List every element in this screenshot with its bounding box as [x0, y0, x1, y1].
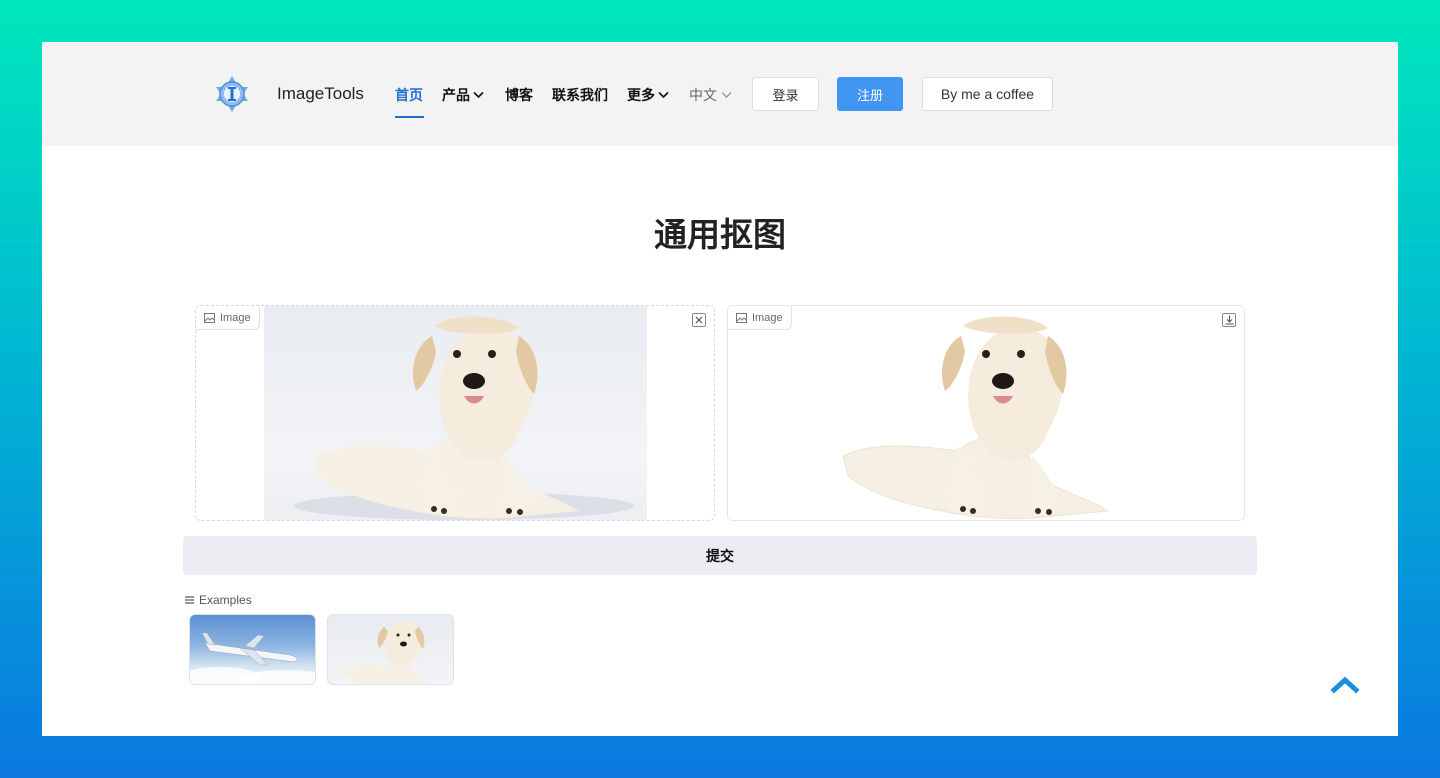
app-frame: ImageTools 首页 产品 博客 联系我们 更多 中文 登录 注册 By … [42, 42, 1398, 736]
example-airplane[interactable] [189, 614, 316, 685]
output-image-label-text: Image [752, 311, 783, 324]
output-image-label: Image [728, 306, 792, 330]
airplane-thumbnail [190, 632, 315, 684]
scroll-to-top-button[interactable] [1330, 673, 1360, 697]
download-icon [1225, 315, 1233, 325]
example-dog[interactable] [327, 614, 454, 685]
chevron-down-icon [473, 91, 484, 99]
nav-more[interactable]: 更多 [627, 85, 669, 105]
top-navbar: ImageTools 首页 产品 博客 联系我们 更多 中文 登录 注册 By … [42, 42, 1398, 146]
chevron-down-icon [658, 91, 669, 99]
nav-contact[interactable]: 联系我们 [552, 85, 608, 105]
dog-cutout-image [842, 316, 1110, 520]
input-dog-photo [264, 306, 647, 520]
submit-button[interactable]: 提交 [183, 536, 1257, 575]
close-icon [695, 316, 703, 324]
chevron-down-icon [721, 92, 732, 98]
image-icon [204, 312, 215, 323]
buy-coffee-button[interactable]: By me a coffee [922, 77, 1053, 111]
nav-contact-label: 联系我们 [552, 88, 608, 104]
input-image-label-text: Image [220, 311, 251, 324]
list-icon [185, 596, 194, 604]
register-button[interactable]: 注册 [837, 77, 903, 111]
language-select[interactable]: 中文 [689, 85, 732, 105]
output-image-panel: Image [727, 305, 1245, 521]
brand-name[interactable]: ImageTools [277, 84, 364, 104]
nav-products[interactable]: 产品 [442, 85, 484, 105]
login-button[interactable]: 登录 [752, 77, 819, 111]
nav-active-indicator [395, 116, 424, 118]
chevron-up-icon [1330, 676, 1360, 694]
page-title: 通用抠图 [654, 215, 786, 254]
dog-thumbnail [343, 620, 430, 684]
nav-blog-label: 博客 [505, 88, 533, 104]
nav-products-label: 产品 [442, 88, 470, 104]
nav-blog[interactable]: 博客 [505, 85, 533, 105]
download-button[interactable] [1222, 313, 1236, 327]
output-dog-cutout [828, 306, 1211, 520]
examples-header: Examples [185, 593, 252, 607]
input-image-label: Image [196, 306, 260, 330]
input-image-dropzone[interactable]: Image [195, 305, 715, 521]
nav-home-label: 首页 [395, 88, 423, 104]
logo-icon[interactable] [214, 75, 250, 113]
nav-home[interactable]: 首页 [395, 85, 423, 105]
image-icon [736, 312, 747, 323]
dog-image [294, 316, 634, 520]
clear-image-button[interactable] [692, 313, 706, 327]
nav-more-label: 更多 [627, 88, 655, 104]
examples-label-text: Examples [199, 593, 252, 607]
language-label: 中文 [689, 88, 717, 104]
